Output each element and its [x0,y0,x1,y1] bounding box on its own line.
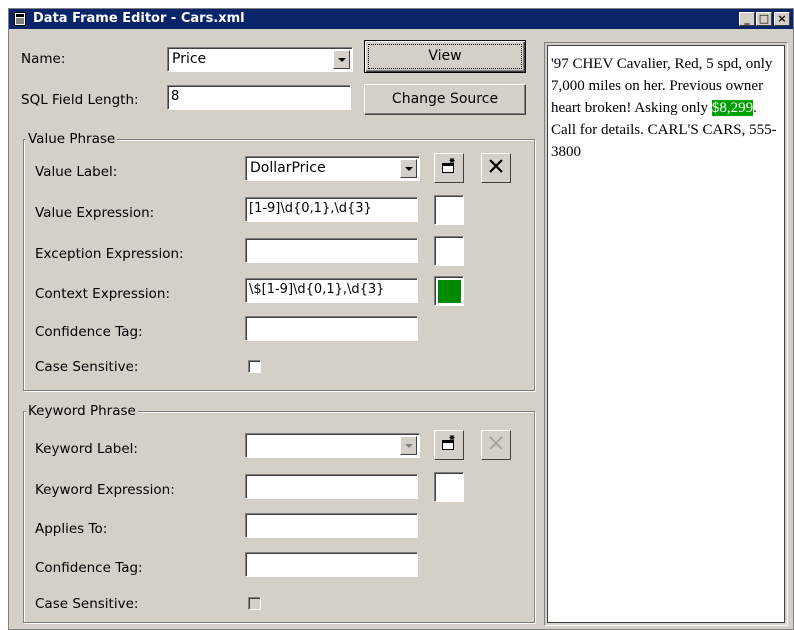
chevron-down-icon[interactable] [333,50,350,69]
keyword-label-label: Keyword Label: [35,441,138,457]
value-case-sensitive-label: Case Sensitive: [35,359,139,375]
window-title: Data Frame Editor - Cars.xml [33,11,245,26]
value-confidence-tag-input[interactable] [245,316,418,341]
title-bar[interactable]: Data Frame Editor - Cars.xml _ □ × [9,9,793,29]
maximize-button[interactable]: □ [756,12,772,26]
new-value-label-button[interactable] [434,153,464,183]
value-confidence-tag-label: Confidence Tag: [35,324,143,340]
delete-value-label-button[interactable] [481,153,511,183]
keyword-expression-input[interactable] [245,474,418,499]
value-expression-input[interactable]: [1-9]\d{0,1},\d{3} [245,197,418,222]
sql-field-length-input[interactable]: 8 [167,85,351,110]
name-combo-value: Price [172,51,207,67]
applies-to-input[interactable] [245,513,418,538]
exception-expression-label: Exception Expression: [35,246,184,262]
keyword-expression-color-swatch[interactable] [434,472,464,502]
keyword-expression-label: Keyword Expression: [35,482,175,498]
keyword-case-sensitive-label: Case Sensitive: [35,596,139,612]
chevron-down-icon[interactable] [400,436,417,455]
value-expression-label: Value Expression: [35,205,155,221]
data-frame-editor-window: Data Frame Editor - Cars.xml _ □ × Name:… [8,8,794,630]
name-combo[interactable]: Price [167,47,353,72]
minimize-icon: _ [744,12,750,25]
close-button[interactable]: × [774,12,790,26]
value-expression-color-swatch[interactable] [434,195,464,225]
keyword-confidence-tag-input[interactable] [245,552,418,577]
value-phrase-legend: Value Phrase [26,131,118,147]
value-label-label: Value Label: [35,164,118,180]
maximize-icon: □ [758,12,770,25]
context-color-fill [438,280,461,303]
new-keyword-label-button[interactable] [434,430,464,460]
value-label-combo[interactable]: DollarPrice [245,156,420,181]
delete-x-icon [488,158,504,178]
view-button-label: View [428,48,462,64]
delete-keyword-label-button[interactable] [481,430,511,460]
context-expression-label: Context Expression: [35,286,171,302]
view-button[interactable]: View [364,40,526,73]
new-item-icon [440,434,458,456]
keyword-confidence-tag-label: Confidence Tag: [35,560,143,576]
source-text-highlight: $8,299 [711,100,754,116]
change-source-button[interactable]: Change Source [364,84,526,115]
delete-x-icon [488,435,504,455]
context-expression-color-swatch[interactable] [434,276,464,306]
keyword-case-sensitive-checkbox[interactable] [248,597,261,610]
applies-to-label: Applies To: [35,521,108,537]
sql-field-length-label: SQL Field Length: [21,92,139,108]
keyword-phrase-legend: Keyword Phrase [26,403,138,419]
value-case-sensitive-checkbox[interactable] [248,360,261,373]
minimize-button[interactable]: _ [739,12,755,26]
close-icon: × [777,12,787,25]
context-expression-input[interactable]: \$[1-9]\d{0,1},\d{3} [245,278,418,303]
exception-expression-input[interactable] [245,238,418,263]
change-source-button-label: Change Source [391,91,499,107]
source-text-pane: '97 CHEV Cavalier, Red, 5 spd, only 7,00… [544,42,788,626]
value-label-combo-value: DollarPrice [250,160,326,176]
document-icon [13,11,27,26]
keyword-label-combo[interactable] [245,433,420,458]
new-item-icon [440,157,458,179]
chevron-down-icon[interactable] [400,159,417,178]
exception-expression-color-swatch[interactable] [434,236,464,266]
name-label: Name: [21,51,66,67]
source-text-area[interactable]: '97 CHEV Cavalier, Red, 5 spd, only 7,00… [547,45,785,623]
